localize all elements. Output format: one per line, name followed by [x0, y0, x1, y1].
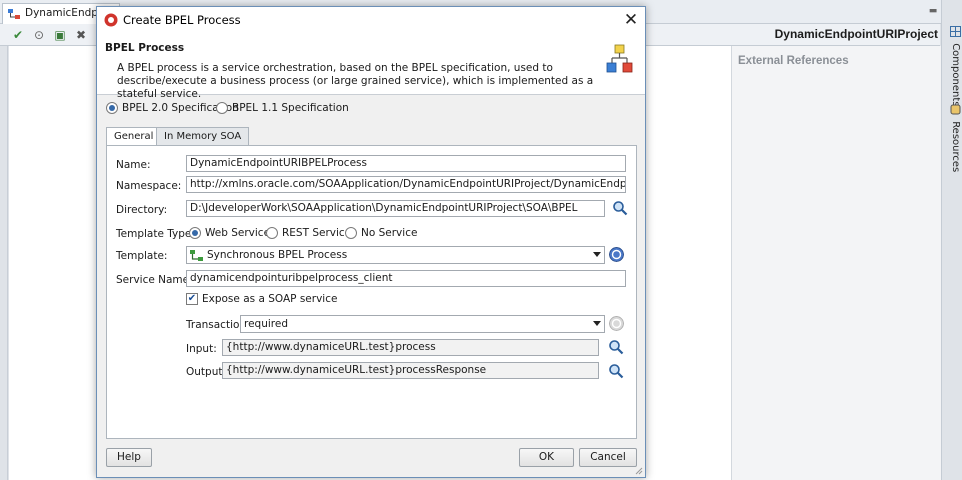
service-name-label: Service Name:: [116, 274, 193, 286]
components-icon: [949, 26, 961, 37]
expose-soap-checkbox[interactable]: ✔ Expose as a SOAP service: [186, 293, 337, 305]
minimize-icon[interactable]: ▬: [927, 6, 939, 18]
rest-service-radio[interactable]: REST Service: [266, 227, 351, 239]
dialog-title: Create BPEL Process: [123, 13, 241, 27]
general-panel: Name: DynamicEndpointURIBPELProcess Name…: [106, 145, 637, 439]
template-type-label: Template Type:: [116, 228, 195, 240]
rest-service-label: REST Service: [282, 227, 352, 239]
namespace-field[interactable]: http://xmlns.oracle.com/SOAApplication/D…: [186, 176, 626, 193]
radio-indicator: [189, 227, 201, 239]
expose-soap-label: Expose as a SOAP service: [202, 293, 338, 305]
input-label: Input:: [186, 343, 217, 355]
right-side-bar: Components Resources: [941, 0, 962, 480]
tab-in-memory-soa-label: In Memory SOA: [164, 131, 242, 142]
broadcast-icon[interactable]: ⊙: [32, 28, 46, 42]
service-name-field[interactable]: dynamicendpointuribpelprocess_client: [186, 270, 626, 287]
header-description: A BPEL process is a service orchestratio…: [117, 62, 594, 100]
namespace-label: Namespace:: [116, 180, 182, 192]
resize-grip-icon[interactable]: [635, 467, 643, 475]
validate-icon[interactable]: ✔: [11, 28, 25, 42]
checkbox-check-icon: ✔: [186, 293, 198, 305]
template-help-icon[interactable]: [609, 247, 624, 262]
bpel-11-label: BPEL 1.1 Specification: [232, 102, 349, 114]
bpel-11-radio[interactable]: BPEL 1.1 Specification: [216, 102, 349, 114]
transaction-select-value: required: [244, 318, 288, 330]
output-label: Output:: [186, 366, 227, 378]
bpel-process-icon: [8, 9, 20, 19]
directory-field[interactable]: D:\JdeveloperWork\SOAApplication\Dynamic…: [186, 200, 605, 217]
template-label: Template:: [116, 250, 168, 262]
browse-directory-search-icon[interactable]: [612, 200, 628, 216]
cancel-button[interactable]: Cancel: [579, 448, 637, 467]
external-references-pane: External References: [731, 46, 941, 480]
oracle-icon: [104, 13, 118, 27]
transaction-help-icon[interactable]: [609, 316, 624, 331]
browse-input-search-icon[interactable]: [608, 339, 624, 355]
no-service-label: No Service: [361, 227, 418, 239]
close-button[interactable]: ✕: [621, 10, 641, 30]
create-bpel-process-dialog: Create BPEL Process ✕ BPEL Process A BPE…: [96, 6, 646, 478]
name-label: Name:: [116, 159, 151, 171]
help-button[interactable]: Help: [106, 448, 152, 467]
bpel-process-icon: [606, 44, 633, 73]
transaction-select[interactable]: required: [240, 315, 605, 333]
resources-side-tab[interactable]: Resources: [945, 104, 961, 172]
tab-general-label: General: [114, 131, 154, 142]
project-title: DynamicEndpointURIProject: [774, 27, 938, 41]
template-select-value: Synchronous BPEL Process: [207, 249, 348, 261]
delete-icon[interactable]: ✖: [74, 28, 88, 42]
left-gutter: [0, 46, 8, 480]
template-select[interactable]: Synchronous BPEL Process: [186, 246, 605, 264]
no-service-radio[interactable]: No Service: [345, 227, 417, 239]
web-service-radio[interactable]: Web Service: [189, 227, 270, 239]
radio-indicator: [106, 102, 118, 114]
ok-button[interactable]: OK: [519, 448, 574, 467]
directory-label: Directory:: [116, 204, 168, 216]
radio-indicator: [266, 227, 278, 239]
dialog-titlebar[interactable]: Create BPEL Process ✕: [97, 7, 645, 33]
components-side-tab[interactable]: Components: [945, 26, 961, 106]
tab-in-memory-soa[interactable]: In Memory SOA: [156, 127, 250, 145]
components-side-tab-label: Components: [950, 43, 961, 107]
browse-output-search-icon[interactable]: [608, 363, 624, 379]
radio-indicator: [216, 102, 228, 114]
deploy-icon[interactable]: ▣: [53, 28, 67, 42]
external-references-label: External References: [738, 55, 849, 67]
chevron-down-icon: [593, 321, 601, 326]
input-field[interactable]: {http://www.dynamiceURL.test}process: [222, 339, 599, 356]
header-title: BPEL Process: [105, 42, 185, 54]
tab-general[interactable]: General: [106, 127, 162, 146]
radio-indicator: [345, 227, 357, 239]
name-field[interactable]: DynamicEndpointURIBPELProcess: [186, 155, 626, 172]
chevron-down-icon: [593, 252, 601, 257]
output-field[interactable]: {http://www.dynamiceURL.test}processResp…: [222, 362, 599, 379]
dialog-header: BPEL Process A BPEL process is a service…: [97, 33, 645, 100]
resources-icon: [950, 104, 960, 115]
web-service-label: Web Service: [205, 227, 271, 239]
bpel-template-icon: [190, 250, 203, 261]
resources-side-tab-label: Resources: [950, 121, 961, 173]
